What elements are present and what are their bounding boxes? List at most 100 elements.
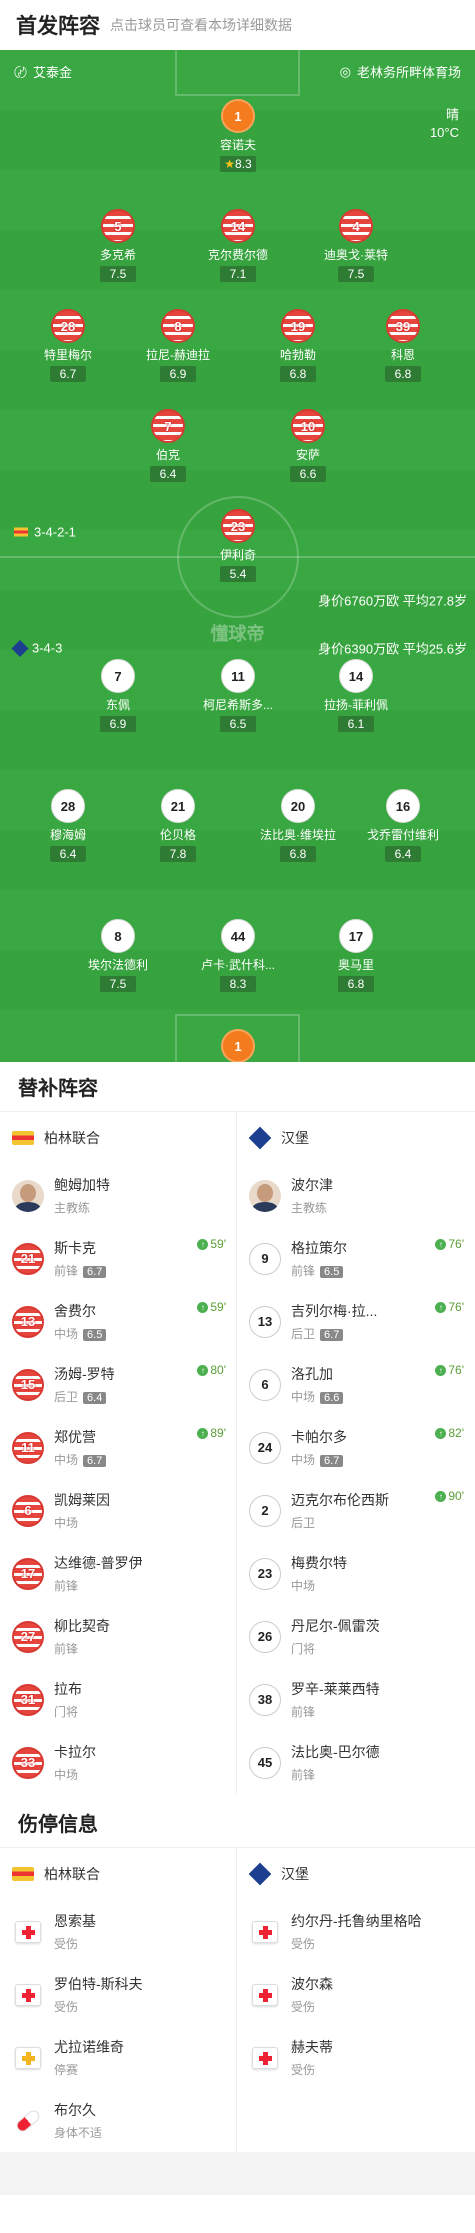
home-coach-row[interactable]: 鲍姆加特 主教练: [0, 1164, 236, 1227]
injury-row[interactable]: 约尔丹-托鲁纳里格哈 受伤: [237, 1900, 474, 1963]
sub-player-row[interactable]: 38 罗辛-莱莱西特 前锋: [237, 1668, 474, 1731]
player[interactable]: 11 柯尼希斯多... 6.5: [183, 659, 293, 733]
sub-player-row[interactable]: 17 达维德-普罗伊 前锋: [0, 1542, 236, 1605]
coach-name: 鲍姆加特: [54, 1177, 110, 1193]
sub-player-name: 丹尼尔-佩雷茨: [291, 1618, 380, 1634]
sub-in-icon: ↑: [435, 1301, 447, 1313]
sub-in-indicator: ↑ 80': [197, 1363, 226, 1377]
player-rating: 5.4: [220, 566, 256, 582]
player[interactable]: 28 特里梅尔 6.7: [13, 309, 123, 383]
player[interactable]: 14 拉扬-菲利佩 6.1: [301, 659, 411, 733]
player[interactable]: 23 伊利奇 5.4: [183, 509, 293, 583]
player[interactable]: 44 卢卡·武什科... 8.3: [183, 919, 293, 993]
player-name: 拉尼-赫迪拉: [146, 348, 210, 362]
jersey-number: 31: [12, 1683, 44, 1716]
sub-in-indicator: ↑ 76': [435, 1237, 464, 1251]
injury-row[interactable]: 波尔森 受伤: [237, 1963, 474, 2026]
player[interactable]: 5 多克希 7.5: [63, 209, 173, 283]
home-team-row[interactable]: 柏林联合: [0, 1112, 236, 1164]
player[interactable]: 10 安萨 6.6: [253, 409, 363, 483]
sub-player-row[interactable]: 13 吉列尔梅·拉... 后卫 6.7 ↑ 76': [237, 1290, 474, 1353]
sub-player-row[interactable]: 27 柳比契奇 前锋: [0, 1605, 236, 1668]
sub-player-rating: 6.5: [83, 1329, 107, 1341]
pitch: 懂球帝 〄 艾泰金 ◎ 老林务所畔体育场 晴 10°C 3-4-2-1 身价67…: [0, 50, 475, 1062]
jersey-number: 15: [12, 1368, 44, 1401]
player[interactable]: 17 奥马里 6.8: [301, 919, 411, 993]
player[interactable]: 21 伦贝格 7.8: [123, 789, 233, 863]
player[interactable]: 8 埃尔法德利 7.5: [63, 919, 173, 993]
sub-player-row[interactable]: 33 卡拉尔 中场: [0, 1731, 236, 1794]
player-rating: ★ 8.3: [220, 156, 256, 172]
player[interactable]: 7 伯克 6.4: [113, 409, 223, 483]
sub-player-row[interactable]: 23 梅费尔特 中场: [237, 1542, 474, 1605]
sub-player-row[interactable]: 24 卡帕尔多 中场 6.7 ↑ 82': [237, 1416, 474, 1479]
player[interactable]: 16 戈乔雷付维利 6.4: [348, 789, 458, 863]
player[interactable]: 39 科恩 6.8: [348, 309, 458, 383]
jersey-number: 33: [12, 1746, 44, 1779]
sub-in-indicator: ↑ 82': [435, 1426, 464, 1440]
sub-player-name: 拉布: [54, 1681, 82, 1697]
jersey-number: 27: [12, 1620, 44, 1653]
player[interactable]: 1霍伊尔-费尔...7.9: [183, 1029, 293, 1062]
jersey-number: 19: [281, 309, 315, 343]
player-rating: 6.4: [385, 846, 421, 862]
injured-player-name: 布尔久: [54, 2102, 96, 2118]
injury-row[interactable]: 恩索基 受伤: [0, 1900, 236, 1963]
sub-player-row[interactable]: 6 洛孔加 中场 6.6 ↑ 76': [237, 1353, 474, 1416]
sub-player-position: 前锋: [54, 1579, 79, 1593]
player[interactable]: 4 迪奥戈·莱特 7.5: [301, 209, 411, 283]
injury-status: 受伤: [291, 1937, 316, 1951]
player[interactable]: 19 哈勃勒 6.8: [243, 309, 353, 383]
injury-row[interactable]: 尤拉诺维奇 停赛: [0, 2026, 236, 2089]
lineup-title: 首发阵容: [16, 15, 100, 38]
player[interactable]: 28 穆海姆 6.4: [13, 789, 123, 863]
player[interactable]: 8 拉尼-赫迪拉 6.9: [123, 309, 233, 383]
sub-player-position: 门将: [54, 1705, 79, 1719]
home-team-logo-icon: [12, 1867, 34, 1881]
jersey-number: 21: [161, 789, 195, 823]
player[interactable]: 7 东佩 6.9: [63, 659, 173, 733]
sub-player-row[interactable]: 11 郑优营 中场 6.7 ↑ 89': [0, 1416, 236, 1479]
player[interactable]: 20 法比奥·维埃拉 6.8: [243, 789, 353, 863]
player-name: 柯尼希斯多...: [202, 698, 273, 712]
home-team-info: 〄 艾泰金: [14, 62, 72, 81]
player[interactable]: 1 容诺夫 ★ 8.3: [183, 99, 293, 173]
sub-player-name: 梅费尔特: [291, 1555, 347, 1571]
rating-value: 6.8: [347, 977, 365, 991]
sub-player-row[interactable]: 9 格拉策尔 前锋 6.5 ↑ 76': [237, 1227, 474, 1290]
weather-info: 晴 10°C: [430, 106, 459, 142]
injury-row[interactable]: 布尔久 身体不适: [0, 2089, 236, 2152]
sub-player-row[interactable]: 13 舍费尔 中场 6.5 ↑ 59': [0, 1290, 236, 1353]
injury-status: 受伤: [291, 2000, 316, 2014]
sub-player-rating: 6.6: [320, 1392, 344, 1404]
jersey-number: 9: [249, 1242, 281, 1275]
sub-in-time: 89': [210, 1426, 226, 1440]
sub-player-row[interactable]: 31 拉布门将: [0, 1668, 236, 1731]
sub-player-row[interactable]: 45 法比奥-巴尔德 前锋: [237, 1731, 474, 1794]
sub-player-row[interactable]: 6 凯姆莱因 中场: [0, 1479, 236, 1542]
rating-value: 6.8: [289, 847, 307, 861]
sub-in-icon: ↑: [197, 1238, 209, 1250]
stadium-icon: ◎: [339, 63, 351, 79]
injury-row[interactable]: 罗伯特-斯科夫 受伤: [0, 1963, 236, 2026]
subs-title: 替补阵容: [0, 1062, 475, 1112]
sub-player-row[interactable]: 2 迈克尔布伦西斯 后卫 ↑ 90': [237, 1479, 474, 1542]
mvp-star-icon: ★: [224, 157, 236, 171]
injury-row[interactable]: 赫夫蒂 受伤: [237, 2026, 474, 2089]
sub-in-indicator: ↑ 89': [197, 1426, 226, 1440]
away-coach-row[interactable]: 波尔津 主教练: [237, 1164, 474, 1227]
sub-player-row[interactable]: 21 斯卡克 前锋 6.7 ↑ 59': [0, 1227, 236, 1290]
injury-status: 受伤: [291, 2063, 316, 2077]
sub-player-position: 后卫: [54, 1390, 79, 1404]
player[interactable]: 14 克尔费尔德 7.1: [183, 209, 293, 283]
jersey-number: 21: [12, 1242, 44, 1275]
jersey-number: 5: [101, 209, 135, 243]
sub-player-row[interactable]: 15 汤姆-罗特 后卫 6.4 ↑ 80': [0, 1353, 236, 1416]
sub-player-row[interactable]: 26 丹尼尔-佩雷茨 门将: [237, 1605, 474, 1668]
away-team-row[interactable]: 汉堡: [237, 1112, 474, 1164]
jersey-number: 16: [386, 789, 420, 823]
player-name: 伊利奇: [219, 548, 256, 562]
lineup-header: 首发阵容 点击球员可查看本场详细数据: [0, 0, 475, 50]
home-team-row[interactable]: 柏林联合: [0, 1848, 236, 1900]
away-team-row[interactable]: 汉堡: [237, 1848, 474, 1900]
